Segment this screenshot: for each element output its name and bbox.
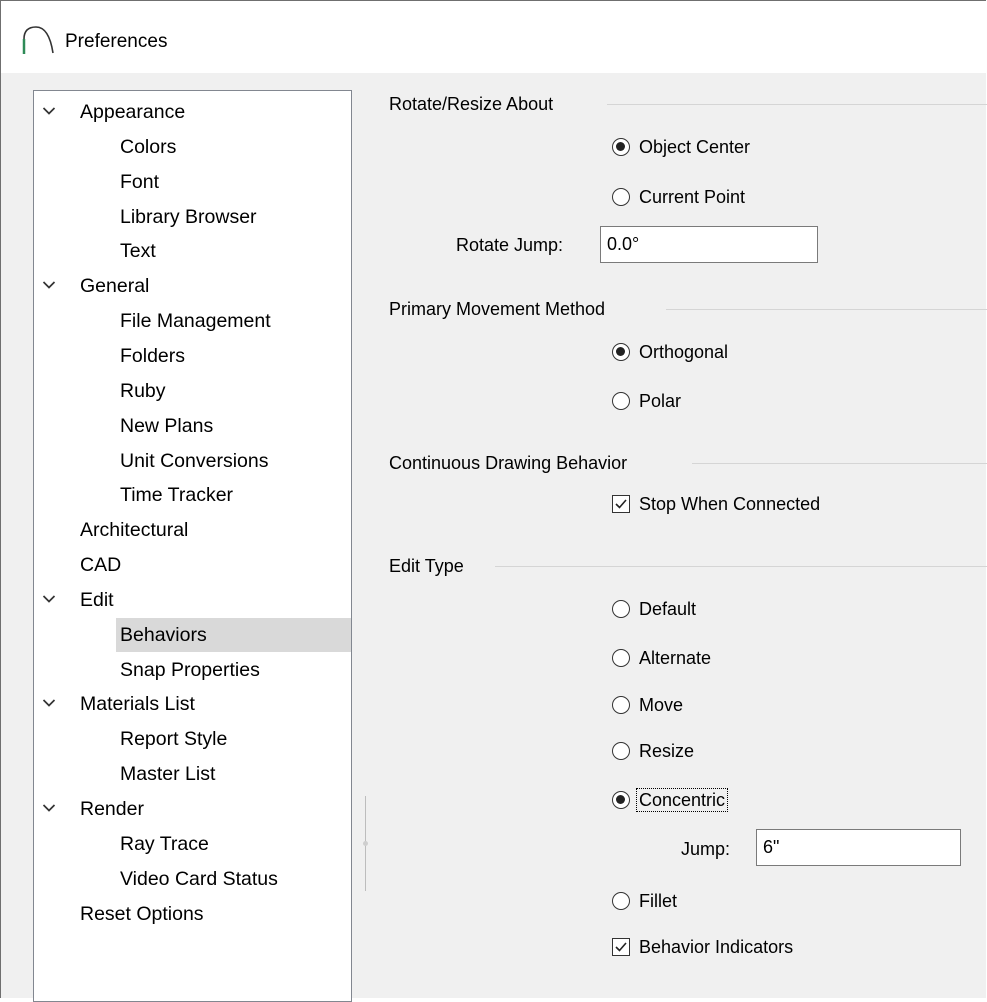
tree-item-edit[interactable]: Edit: [34, 583, 351, 617]
tree-item-label: General: [80, 275, 150, 297]
rotate-group-title: Rotate/Resize About: [389, 94, 554, 114]
current-point-label: Current Point: [639, 187, 746, 207]
movement-group-title: Primary Movement Method: [389, 299, 606, 319]
default-label: Default: [639, 599, 697, 619]
group-divider: [607, 104, 987, 105]
tree-item-video-card-status[interactable]: Video Card Status: [34, 862, 351, 896]
edit-type-group-title: Edit Type: [389, 556, 464, 576]
tree-item-label: Architectural: [80, 519, 189, 541]
radio-indicator: [612, 392, 630, 410]
tree-item-label: File Management: [120, 310, 271, 332]
tree-item-label: Reset Options: [80, 903, 204, 925]
chevron-down-icon[interactable]: [42, 106, 56, 116]
check-icon: [612, 938, 630, 956]
tree-item-appearance[interactable]: Appearance: [34, 95, 351, 129]
tree-item-label: Behaviors: [120, 624, 207, 646]
object-center-label: Object Center: [639, 137, 751, 157]
tree-item-new-plans[interactable]: New Plans: [34, 409, 351, 443]
tree-item-unit-conversions[interactable]: Unit Conversions: [34, 444, 351, 478]
tree-item-cad[interactable]: CAD: [34, 548, 351, 582]
tree-item-label: Ruby: [120, 380, 166, 402]
tree-item-render[interactable]: Render: [34, 792, 351, 826]
tree-item-architectural[interactable]: Architectural: [34, 513, 351, 547]
behavior-indicators-label: Behavior Indicators: [639, 937, 794, 957]
tree-item-label: Master List: [120, 763, 216, 785]
tree-item-label: New Plans: [120, 415, 214, 437]
tree-item-text[interactable]: Text: [34, 234, 351, 268]
rotate-jump-label: Rotate Jump:: [456, 235, 564, 255]
category-tree[interactable]: Appearance Colors Font Library Browser Text G…: [33, 90, 352, 1002]
tree-item-ray-trace[interactable]: Ray Trace: [34, 827, 351, 861]
move-label: Move: [639, 695, 684, 715]
tree-item-label: Snap Properties: [120, 659, 260, 681]
radio-indicator: [612, 138, 630, 156]
tree-item-label: Report Style: [120, 728, 228, 750]
tree-item-folders[interactable]: Folders: [34, 339, 351, 373]
tree-item-master-list[interactable]: Master List: [34, 757, 351, 791]
chevron-down-icon[interactable]: [42, 698, 56, 708]
radio-indicator: [612, 343, 630, 361]
tree-item-label: Materials List: [80, 693, 195, 715]
tree-item-behaviors[interactable]: Behaviors: [34, 618, 351, 652]
radio-indicator: [612, 742, 630, 760]
stop-when-connected-label: Stop When Connected: [639, 494, 821, 514]
tree-item-label: Edit: [80, 589, 114, 611]
radio-indicator: [612, 600, 630, 618]
radio-indicator: [612, 188, 630, 206]
tree-item-label: Folders: [120, 345, 186, 367]
tree-item-ruby[interactable]: Ruby: [34, 374, 351, 408]
radio-indicator: [612, 892, 630, 910]
continuous-group-title: Continuous Drawing Behavior: [389, 453, 628, 473]
splitter-grip[interactable]: [363, 841, 368, 846]
tree-item-time-tracker[interactable]: Time Tracker: [34, 478, 351, 512]
title-bar[interactable]: Preferences: [1, 1, 986, 73]
chevron-down-icon[interactable]: [42, 280, 56, 290]
tree-item-snap-properties[interactable]: Snap Properties: [34, 653, 351, 687]
tree-item-materials-list[interactable]: Materials List: [34, 687, 351, 721]
rotate-jump-input[interactable]: 0.0°: [600, 226, 818, 263]
tree-item-general[interactable]: General: [34, 269, 351, 303]
tree-item-label: Appearance: [80, 101, 186, 123]
polar-label: Polar: [639, 391, 682, 411]
tree-item-label: Colors: [120, 136, 177, 158]
tree-item-label: Video Card Status: [120, 868, 278, 890]
group-divider: [495, 566, 987, 567]
tree-item-report-style[interactable]: Report Style: [34, 722, 351, 756]
tree-item-label: Unit Conversions: [120, 450, 269, 472]
tree-item-reset-options[interactable]: Reset Options: [34, 897, 351, 931]
tree-item-label: Font: [120, 171, 160, 193]
window-title: Preferences: [65, 31, 168, 52]
alternate-label: Alternate: [639, 648, 712, 668]
check-icon: [612, 495, 630, 513]
chevron-down-icon[interactable]: [42, 594, 56, 604]
tree-item-label: CAD: [80, 554, 122, 576]
radio-indicator: [612, 649, 630, 667]
group-divider: [692, 463, 987, 464]
tree-item-label: Library Browser: [120, 206, 257, 228]
tree-item-file-management[interactable]: File Management: [34, 304, 351, 338]
jump-input[interactable]: 6": [756, 829, 961, 866]
tree-item-library-browser[interactable]: Library Browser: [34, 200, 351, 234]
tree-item-label: Time Tracker: [120, 484, 234, 506]
chevron-down-icon[interactable]: [42, 803, 56, 813]
group-divider: [666, 309, 987, 310]
resize-label: Resize: [639, 741, 695, 761]
tree-item-font[interactable]: Font: [34, 165, 351, 199]
orthogonal-label: Orthogonal: [639, 342, 729, 362]
arch-icon: [22, 26, 54, 54]
tree-item-label: Ray Trace: [120, 833, 209, 855]
preferences-window: Preferences Appearance Colors Font Library …: [0, 0, 987, 1002]
tree-item-label: Render: [80, 798, 144, 820]
tree-item-colors[interactable]: Colors: [34, 130, 351, 164]
radio-indicator: [612, 696, 630, 714]
jump-label: Jump:: [681, 839, 731, 859]
concentric-label: Concentric: [635, 788, 729, 812]
tree-item-label: Text: [120, 240, 156, 262]
radio-indicator: [612, 791, 630, 809]
fillet-label: Fillet: [639, 891, 678, 911]
